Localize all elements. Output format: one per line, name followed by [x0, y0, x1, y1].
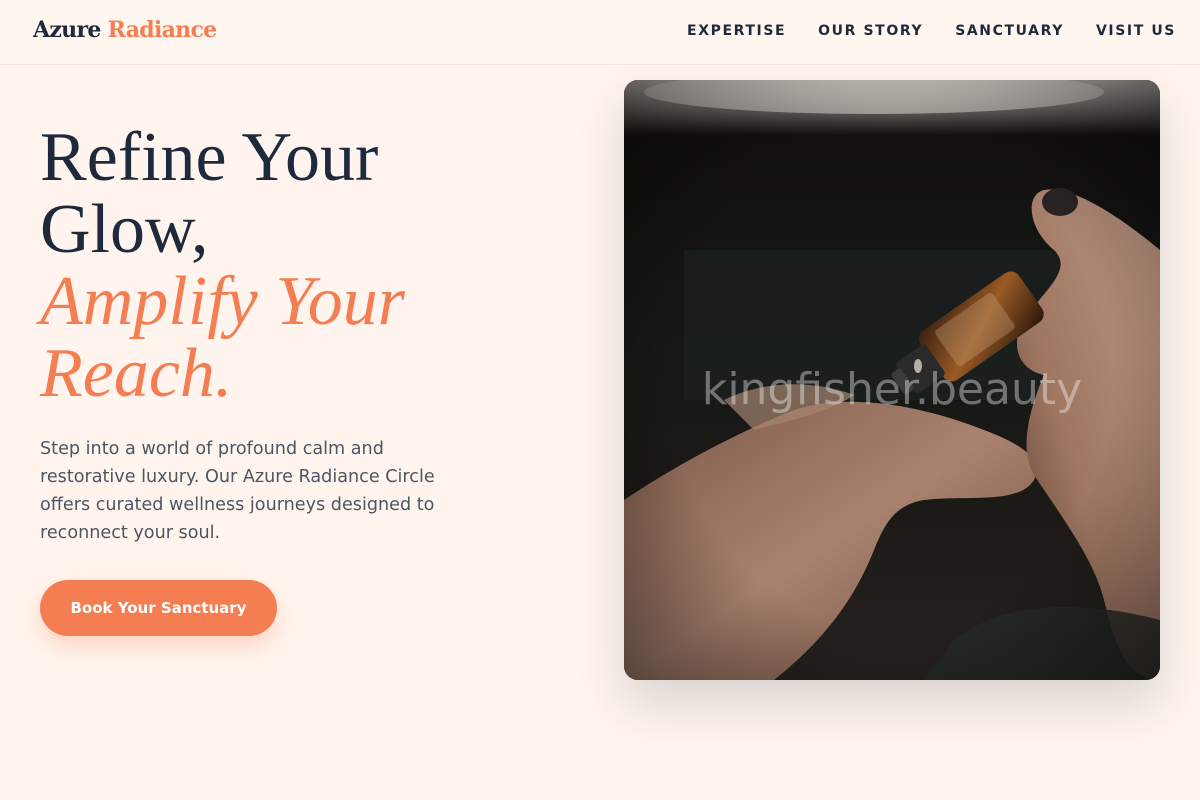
book-sanctuary-button[interactable]: Book Your Sanctuary	[40, 580, 277, 636]
top-navigation-bar: Azure Radiance EXPERTISE OUR STORY SANCT…	[0, 0, 1200, 65]
brand-name-primary: Azure	[33, 17, 101, 43]
nav-link-expertise[interactable]: EXPERTISE	[687, 23, 786, 39]
hero-description: Step into a world of profound calm and r…	[40, 439, 435, 543]
hero-accent-line-1: Amplify Your	[40, 263, 405, 340]
main-nav: EXPERTISE OUR STORY SANCTUARY VISIT US	[687, 23, 1176, 39]
hero-image-illustration	[624, 80, 1160, 680]
nav-link-sanctuary[interactable]: SANCTUARY	[955, 23, 1064, 39]
hero-title-line-1: Refine Your	[40, 119, 379, 196]
hero-title: Refine Your Glow, Amplify Your Reach.	[40, 122, 405, 410]
brand-name-accent: Radiance	[107, 17, 218, 43]
hero-title-line-2: Glow,	[40, 191, 209, 268]
hero-accent-line-2: Reach.	[40, 335, 233, 412]
nav-link-visit-us[interactable]: VISIT US	[1096, 23, 1176, 39]
hero-image: kingfisher.beauty	[624, 80, 1160, 680]
nav-link-our-story[interactable]: OUR STORY	[818, 23, 923, 39]
brand-logo[interactable]: Azure Radiance	[33, 17, 218, 43]
